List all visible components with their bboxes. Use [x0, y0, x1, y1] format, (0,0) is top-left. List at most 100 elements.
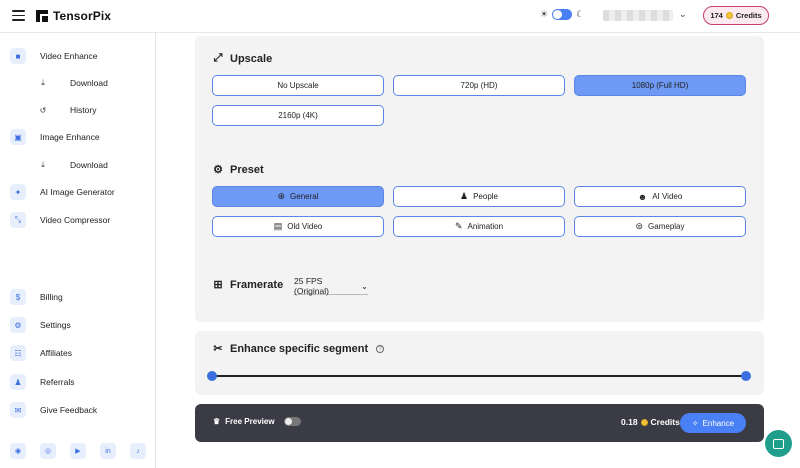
sidebar-item-settings[interactable]: ⚙ Settings: [10, 316, 71, 334]
menu-icon[interactable]: [12, 10, 25, 21]
upscale-option-1080p[interactable]: 1080p (Full HD): [574, 75, 746, 96]
history-icon: ↺: [39, 105, 47, 115]
credits-badge[interactable]: 174 Credits: [703, 6, 769, 25]
plus-square-icon: ⊞: [213, 279, 223, 291]
chevron-down-icon: ⌄: [360, 280, 368, 291]
preset-option-old-video[interactable]: ▤ Old Video: [212, 216, 384, 237]
framerate-heading: ⊞ Framerate: [212, 278, 284, 292]
sidebar: ■ Video Enhance ⤓ Download ↺ History ▣ I…: [0, 33, 156, 468]
gamepad-icon: ⊜: [635, 221, 644, 231]
sidebar-item-ai-image-generator[interactable]: ✦ AI Image Generator: [10, 183, 115, 201]
discord-icon[interactable]: ◉: [10, 443, 26, 459]
option-label: 2160p (4K): [278, 111, 318, 120]
tiktok-icon[interactable]: ♪: [130, 443, 146, 459]
users-icon: ♟: [10, 374, 26, 390]
preset-title: Preset: [230, 163, 264, 176]
sidebar-item-label: Image Enhance: [40, 132, 100, 142]
option-label: Gameplay: [648, 222, 685, 231]
gear-icon: ⚙: [10, 317, 26, 333]
option-label: People: [473, 192, 498, 201]
segment-title: Enhance specific segment: [230, 342, 369, 355]
theme-toggle[interactable]: ☀ ☾: [540, 9, 584, 20]
free-preview-label: Free Preview: [225, 417, 275, 426]
enhance-settings-panel: ⤢ Upscale No Upscale 720p (HD) 1080p (Fu…: [195, 36, 764, 322]
sidebar-item-label: Affiliates: [40, 348, 72, 358]
logo-icon: [36, 10, 48, 22]
enhance-label: Enhance: [702, 418, 735, 428]
image-icon: ▣: [10, 129, 26, 145]
theme-switch[interactable]: [552, 9, 573, 20]
sparkle-icon: ✧: [691, 418, 699, 428]
upscale-option-none[interactable]: No Upscale: [212, 75, 384, 96]
dollar-icon: $: [10, 289, 26, 305]
sidebar-item-video-compressor[interactable]: ⤡ Video Compressor: [10, 211, 110, 229]
segment-panel: ✂ Enhance specific segment ?: [195, 331, 764, 395]
sidebar-subitem-history[interactable]: ↺ History: [38, 103, 97, 117]
sidebar-item-referrals[interactable]: ♟ Referrals: [10, 373, 74, 391]
upscale-option-2160p[interactable]: 2160p (4K): [212, 105, 384, 126]
logo[interactable]: TensorPix: [36, 9, 111, 23]
cost-label: Credits: [650, 417, 680, 427]
sun-icon: ☀: [540, 9, 549, 19]
cost-display: 0.18 Credits: [621, 417, 680, 427]
upscale-option-720p[interactable]: 720p (HD): [393, 75, 565, 96]
download-icon: ⤓: [41, 78, 45, 87]
preset-option-general[interactable]: ⊕ General: [212, 186, 384, 207]
linkedin-icon[interactable]: in: [100, 443, 116, 459]
sidebar-item-image-enhance[interactable]: ▣ Image Enhance: [10, 128, 100, 146]
support-chat-button[interactable]: [765, 430, 792, 457]
credits-value: 174: [710, 11, 723, 20]
sidebar-item-label: AI Image Generator: [40, 187, 115, 197]
option-label: 720p (HD): [460, 81, 498, 90]
account-name-blurred[interactable]: [603, 10, 673, 21]
sidebar-item-label: Video Enhance: [40, 51, 98, 61]
coin-icon: [725, 12, 733, 19]
preset-option-people[interactable]: ♟ People: [393, 186, 565, 207]
sidebar-item-video-enhance[interactable]: ■ Video Enhance: [10, 47, 98, 65]
sidebar-item-label: Download: [70, 160, 108, 170]
framerate-select[interactable]: 25 FPS (Original) ⌄: [294, 276, 368, 296]
segment-slider-track[interactable]: [212, 375, 746, 377]
moon-icon: ☾: [576, 9, 585, 19]
person-icon: ♟: [460, 191, 469, 201]
option-label: 1080p (Full HD): [631, 81, 689, 90]
preset-option-animation[interactable]: ✎ Animation: [393, 216, 565, 237]
upscale-title: Upscale: [230, 52, 273, 65]
gear-icon: ⚙: [213, 164, 223, 176]
magic-icon: ✦: [10, 184, 26, 200]
scissors-icon: ✂: [213, 343, 223, 355]
youtube-icon[interactable]: ▶: [70, 443, 86, 459]
group-icon: ☷: [10, 345, 26, 361]
sidebar-item-label: Give Feedback: [40, 405, 98, 415]
preset-option-ai-video[interactable]: ☻ AI Video: [574, 186, 746, 207]
framerate-title: Framerate: [230, 278, 284, 291]
film-icon: ▤: [273, 221, 283, 231]
framerate-value: 25 FPS (Original): [294, 276, 329, 296]
sidebar-subitem-image-download[interactable]: ⤓ Download: [38, 158, 108, 172]
sidebar-item-affiliates[interactable]: ☷ Affiliates: [10, 344, 72, 362]
enhance-button[interactable]: ✧ Enhance: [680, 413, 746, 433]
instagram-icon[interactable]: ◎: [40, 443, 56, 459]
option-label: Old Video: [287, 222, 323, 231]
top-header: TensorPix ☀ ☾ ⌄ 174 Credits: [0, 0, 800, 33]
crown-icon: ♛: [213, 417, 221, 426]
sidebar-item-billing[interactable]: $ Billing: [10, 288, 63, 306]
segment-end-handle[interactable]: [741, 371, 751, 381]
brand-name: TensorPix: [53, 9, 112, 23]
option-label: Animation: [467, 222, 504, 231]
chevron-down-icon[interactable]: ⌄: [679, 9, 687, 20]
free-preview-switch[interactable]: [283, 417, 301, 426]
upscale-heading: ⤢ Upscale: [212, 52, 273, 65]
action-bar: ♛ Free Preview 0.18 Credits ✧ Enhance: [195, 404, 764, 442]
help-icon[interactable]: ?: [376, 344, 385, 353]
option-label: AI Video: [652, 192, 683, 201]
robot-icon: ☻: [637, 191, 648, 202]
preset-option-gameplay[interactable]: ⊜ Gameplay: [574, 216, 746, 237]
sidebar-subitem-video-download[interactable]: ⤓ Download: [38, 76, 108, 90]
sidebar-item-give-feedback[interactable]: ✉ Give Feedback: [10, 401, 97, 419]
download-icon: ⤓: [41, 160, 45, 169]
sidebar-item-label: Video Compressor: [40, 215, 111, 225]
globe-icon: ⊕: [277, 191, 286, 201]
segment-start-handle[interactable]: [207, 371, 217, 381]
free-preview-toggle[interactable]: ♛ Free Preview: [213, 417, 301, 426]
